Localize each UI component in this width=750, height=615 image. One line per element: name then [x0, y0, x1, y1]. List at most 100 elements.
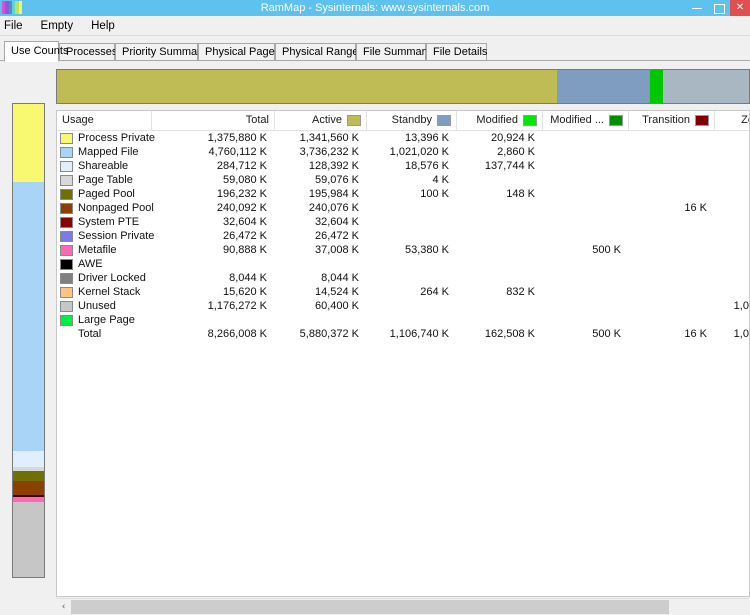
menu-item-help[interactable]: Help [82, 18, 124, 34]
column-swatch-standby [437, 115, 451, 126]
row-usage-label: AWE [78, 258, 103, 270]
column-header-modified2[interactable]: Modified ... [543, 111, 629, 130]
cell-modified: 162,508 K [484, 328, 535, 340]
window-controls: ✕ [686, 0, 750, 16]
row-usage-label: Shareable [78, 160, 129, 172]
cell-standby: 1,106,740 K [389, 328, 449, 340]
cell-modified2: 500 K [592, 244, 621, 256]
column-header-usage[interactable]: Usage [57, 111, 152, 130]
cell-modified: 832 K [506, 286, 535, 298]
table-row[interactable]: Nonpaged Pool 240,092 K 240,076 K 16 K [57, 201, 749, 215]
cell-total: 4,760,112 K [208, 146, 267, 158]
memory-usage-bar-horizontal [56, 69, 750, 104]
memory-usage-bar-vertical-frame [12, 103, 45, 578]
cell-total: 196,232 K [216, 188, 267, 200]
column-swatch-transition [695, 115, 709, 126]
close-icon: ✕ [735, 2, 745, 13]
row-usage-label: System PTE [78, 216, 140, 228]
table-row[interactable]: Session Private 26,472 K 26,472 K [57, 229, 749, 243]
cell-modified2: 500 K [592, 328, 621, 340]
row-color-swatch [60, 245, 73, 256]
hbar-segment-modified [650, 70, 664, 103]
row-color-swatch [60, 147, 73, 158]
row-color-swatch [60, 301, 73, 312]
table-row[interactable]: Metafile 90,888 K 37,008 K 53,380 K 500 K [57, 243, 749, 257]
column-header-modified[interactable]: Modified [457, 111, 543, 130]
row-usage-label: Unused [78, 300, 116, 312]
scroll-left-arrow[interactable]: ‹ [56, 599, 71, 615]
table-row-total[interactable]: Total 8,266,008 K 5,880,372 K 1,106,740 K 16… [57, 327, 749, 341]
tab-use-counts[interactable]: Use Counts [4, 41, 68, 62]
table-body: Process Private 1,375,880 K 1,341,560 K 13,… [57, 131, 749, 341]
tab-file-details[interactable]: File Details [426, 43, 487, 61]
row-color-swatch [60, 189, 73, 200]
scrollbar-thumb[interactable] [71, 599, 669, 614]
row-usage-label: Kernel Stack [78, 286, 141, 298]
row-color-swatch [60, 203, 73, 214]
cell-standby: 53,380 K [404, 244, 449, 256]
cell-standby: 264 K [420, 286, 449, 298]
tab-file-summary[interactable]: File Summary [356, 43, 431, 61]
row-color-swatch [60, 315, 73, 326]
table-row[interactable]: Paged Pool 196,232 K 195,984 K 100 K 148 K [57, 187, 749, 201]
tab-physical-ranges[interactable]: Physical Ranges [275, 43, 364, 61]
table-row[interactable]: Process Private 1,375,880 K 1,341,560 K 13,… [57, 131, 749, 145]
cell-zeroed: 1,097,956 K [733, 328, 749, 340]
memory-usage-bar-vertical [13, 104, 44, 577]
cell-total: 59,080 K [222, 174, 267, 186]
table-row[interactable]: Driver Locked 8,044 K 8,044 K [57, 271, 749, 285]
minimize-button[interactable] [686, 0, 708, 16]
column-header-label: Usage [62, 114, 94, 126]
column-header-label: Standby [391, 114, 432, 126]
maximize-button[interactable] [708, 0, 730, 16]
cell-standby: 100 K [420, 188, 449, 200]
vbar-segment-nonpaged-pool [13, 481, 44, 496]
table-row[interactable]: AWE [57, 257, 749, 271]
cell-modified: 2,860 K [497, 146, 535, 158]
row-color-swatch [60, 133, 73, 144]
cell-active: 14,524 K [314, 286, 359, 298]
rammap-window: RamMap - Sysinternals: www.sysinternals.… [0, 0, 750, 615]
column-header-zeroed[interactable]: Zeroed [715, 111, 749, 130]
menu-item-file[interactable]: File [0, 18, 32, 34]
column-header-total[interactable]: Total [152, 111, 275, 130]
table-row[interactable]: Shareable 284,712 K 128,392 K 18,576 K 137,7… [57, 159, 749, 173]
table-row[interactable]: Large Page [57, 313, 749, 327]
column-header-label: Zeroed [741, 114, 749, 126]
hbar-segment-standby [557, 70, 651, 103]
cell-active: 8,044 K [321, 272, 359, 284]
tab-physical-pages[interactable]: Physical Pages [198, 43, 280, 61]
vbar-segment-process-private [13, 104, 44, 182]
row-color-swatch [60, 231, 73, 242]
cell-transition: 16 K [684, 328, 707, 340]
horizontal-scrollbar[interactable]: ‹ [56, 598, 750, 615]
tab-priority-summary[interactable]: Priority Summary [115, 43, 206, 61]
cell-active: 1,341,560 K [299, 132, 359, 144]
hbar-segment-zeroed [663, 70, 749, 103]
table-row[interactable]: Unused 1,176,272 K 60,400 K 1,097,956 K [57, 299, 749, 313]
table-row[interactable]: Page Table 59,080 K 59,076 K 4 K [57, 173, 749, 187]
content-area: Usage Total Active Standby Modified Modified … [0, 61, 750, 615]
cell-total: 284,712 K [216, 160, 267, 172]
cell-modified: 148 K [506, 188, 535, 200]
scrollbar-track[interactable] [71, 598, 750, 615]
row-usage-label: Total [78, 328, 102, 340]
column-header-label: Active [312, 114, 342, 126]
table-row[interactable]: Kernel Stack 15,620 K 14,524 K 264 K 832 K [57, 285, 749, 299]
cell-standby: 4 K [432, 174, 449, 186]
row-color-swatch [60, 217, 73, 228]
use-counts-table[interactable]: Usage Total Active Standby Modified Modified … [56, 110, 750, 597]
close-button[interactable]: ✕ [730, 0, 750, 16]
cell-total: 8,266,008 K [207, 328, 267, 340]
column-header-transition[interactable]: Transition [629, 111, 715, 130]
column-header-standby[interactable]: Standby [367, 111, 457, 130]
table-row[interactable]: System PTE 32,604 K 32,604 K [57, 215, 749, 229]
table-row[interactable]: Mapped File 4,760,112 K 3,736,232 K 1,021,0… [57, 145, 749, 159]
cell-active: 37,008 K [314, 244, 359, 256]
column-swatch-modified2 [609, 115, 623, 126]
column-header-active[interactable]: Active [275, 111, 367, 130]
row-usage-label: Page Table [78, 174, 133, 186]
menu-item-empty[interactable]: Empty [32, 18, 83, 34]
cell-total: 90,888 K [222, 244, 267, 256]
cell-active: 26,472 K [314, 230, 359, 242]
